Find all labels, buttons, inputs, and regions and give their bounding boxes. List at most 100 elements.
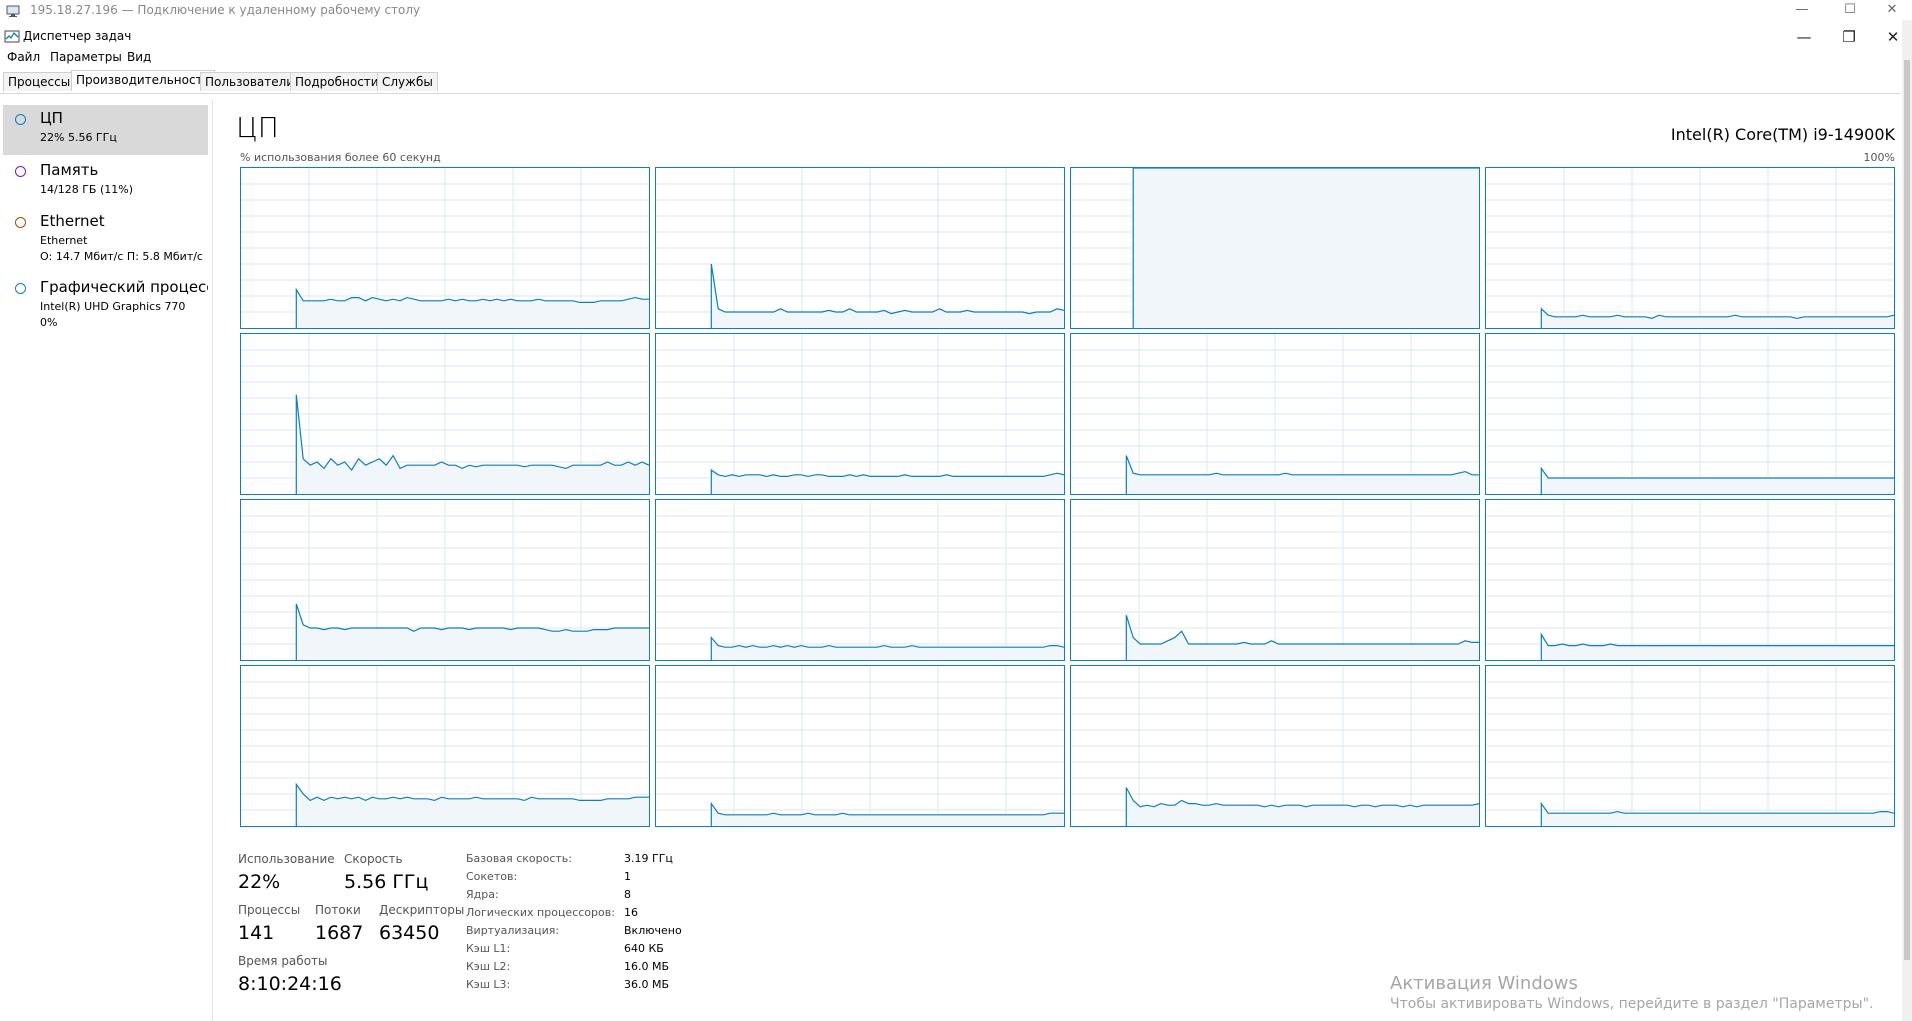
spec-label: Кэш L1: (466, 942, 511, 955)
core-graph-svg (1071, 500, 1479, 660)
processes-value: 141 (238, 922, 275, 944)
processes-label: Процессы (238, 903, 301, 917)
spec-value: 1 (624, 870, 631, 883)
rdp-minimize-button[interactable]: — (1782, 0, 1822, 20)
core-usage-area (296, 784, 649, 826)
vertical-scrollbar[interactable] (1902, 20, 1912, 1021)
remote-desktop-icon (6, 3, 20, 17)
minimize-button[interactable]: — (1784, 26, 1824, 48)
rdp-maximize-button[interactable]: ☐ (1830, 0, 1870, 20)
sidebar-item-memory[interactable]: Память 14/128 ГБ (11%) (3, 157, 208, 205)
spec-value: 16.0 МБ (624, 960, 670, 973)
menu-view[interactable]: Вид (127, 50, 151, 64)
core-graph-svg (1486, 500, 1894, 660)
core-graph-svg (1071, 666, 1479, 826)
core-graph-5 (655, 333, 1065, 495)
rdp-title-bar: 195.18.27.196 — Подключение к удаленному… (0, 0, 1912, 20)
core-graph-svg (241, 500, 649, 660)
spec-label: Логических процессоров: (466, 906, 615, 919)
core-usage-area (1541, 468, 1894, 494)
spec-label: Ядра: (466, 888, 499, 901)
core-graph-14 (1070, 665, 1480, 827)
usage-label: Использование (238, 852, 335, 866)
core-graph-svg (656, 666, 1064, 826)
spec-label: Сокетов: (466, 870, 518, 883)
spec-label: Базовая скорость: (466, 852, 572, 865)
core-usage-area (1541, 803, 1894, 826)
spec-label: Кэш L3: (466, 978, 511, 991)
sidebar-item-detail: Ethernet (40, 234, 88, 247)
speed-value: 5.56 ГГц (344, 871, 429, 893)
threads-label: Потоки (315, 903, 361, 917)
core-graph-svg (1486, 168, 1894, 328)
tab-processes[interactable]: Процессы (3, 72, 76, 91)
tab-services[interactable]: Службы (377, 72, 438, 91)
sidebar-item-detail: Intel(R) UHD Graphics 770 (40, 300, 186, 313)
core-graph-15 (1485, 665, 1895, 827)
core-graph-9 (655, 499, 1065, 661)
task-manager-icon (4, 29, 20, 43)
core-graph-svg (1071, 168, 1479, 328)
threads-value: 1687 (315, 922, 364, 944)
page-title: ЦП (236, 111, 279, 144)
spec-label: Виртуализация: (466, 924, 560, 937)
sidebar-item-label: ЦП (40, 109, 63, 127)
tab-details[interactable]: Подробности (290, 72, 384, 91)
tab-bar: Процессы Производительность Пользователи… (0, 70, 1900, 94)
app-title: Диспетчер задач (23, 29, 132, 43)
sidebar-item-cpu[interactable]: ЦП 22% 5.56 ГГц (3, 105, 208, 155)
sidebar-item-usage: 0% (40, 316, 58, 329)
spec-value: 36.0 МБ (624, 978, 670, 991)
core-usage-area (711, 470, 1064, 494)
spec-value: Включено (624, 924, 682, 937)
tab-performance[interactable]: Производительность (71, 70, 215, 91)
menu-file[interactable]: Файл (7, 50, 40, 64)
uptime-value: 8:10:24:16 (238, 973, 342, 995)
core-graph-svg (241, 168, 649, 328)
uptime-label: Время работы (238, 954, 328, 968)
spec-value: 3.19 ГГц (624, 852, 673, 865)
sidebar-item-ethernet[interactable]: Ethernet Ethernet О: 14.7 Мбит/с П: 5.8 … (3, 208, 208, 270)
core-usage-area (1133, 168, 1479, 328)
core-graph-11 (1485, 499, 1895, 661)
core-graph-12 (240, 665, 650, 827)
tab-users[interactable]: Пользователи (200, 72, 300, 91)
handles-value: 63450 (379, 922, 440, 944)
core-graph-8 (240, 499, 650, 661)
sidebar-item-label: Ethernet (40, 212, 105, 230)
activation-watermark-title: Активация Windows (1390, 973, 1578, 994)
usage-value: 22% (238, 871, 281, 893)
cpu-model: Intel(R) Core(TM) i9-14900K (1670, 125, 1895, 144)
activation-watermark-subtitle: Чтобы активировать Windows, перейдите в … (1390, 996, 1874, 1012)
core-graph-svg (1486, 666, 1894, 826)
resource-sidebar: ЦП 22% 5.56 ГГц Память 14/128 ГБ (11%) E… (0, 100, 213, 1021)
spec-value: 8 (624, 888, 631, 901)
gpu-circle-icon (15, 283, 26, 294)
core-graph-svg (1486, 334, 1894, 494)
rdp-title: 195.18.27.196 — Подключение к удаленному… (30, 3, 421, 17)
sidebar-item-throughput: О: 14.7 Мбит/с П: 5.8 Мбит/с (40, 250, 203, 263)
sidebar-item-gpu[interactable]: Графический процессор Intel(R) UHD Graph… (3, 274, 208, 336)
core-graph-7 (1485, 333, 1895, 495)
spec-value: 16 (624, 906, 638, 919)
app-title-bar: Диспетчер задач — ❐ ✕ (0, 24, 1900, 50)
graph-max-label: 100% (1863, 151, 1895, 164)
sidebar-item-label: Графический процессор (40, 278, 208, 296)
rdp-close-button[interactable]: ✕ (1872, 0, 1912, 20)
core-usage-area (296, 394, 649, 494)
core-graph-13 (655, 665, 1065, 827)
spec-value: 640 КБ (624, 942, 664, 955)
handles-label: Дескрипторы (379, 903, 465, 917)
core-graph-svg (241, 666, 649, 826)
core-graph-svg (1071, 334, 1479, 494)
core-graph-1 (655, 167, 1065, 329)
core-graph-3 (1485, 167, 1895, 329)
spec-label: Кэш L2: (466, 960, 511, 973)
speed-label: Скорость (344, 852, 403, 866)
sidebar-item-detail: 22% 5.56 ГГц (40, 131, 117, 144)
scrollbar-thumb[interactable] (1904, 60, 1910, 960)
core-usage-area (1126, 787, 1479, 826)
menu-options[interactable]: Параметры (50, 50, 122, 64)
restore-button[interactable]: ❐ (1829, 26, 1869, 48)
sidebar-item-label: Память (40, 161, 99, 179)
